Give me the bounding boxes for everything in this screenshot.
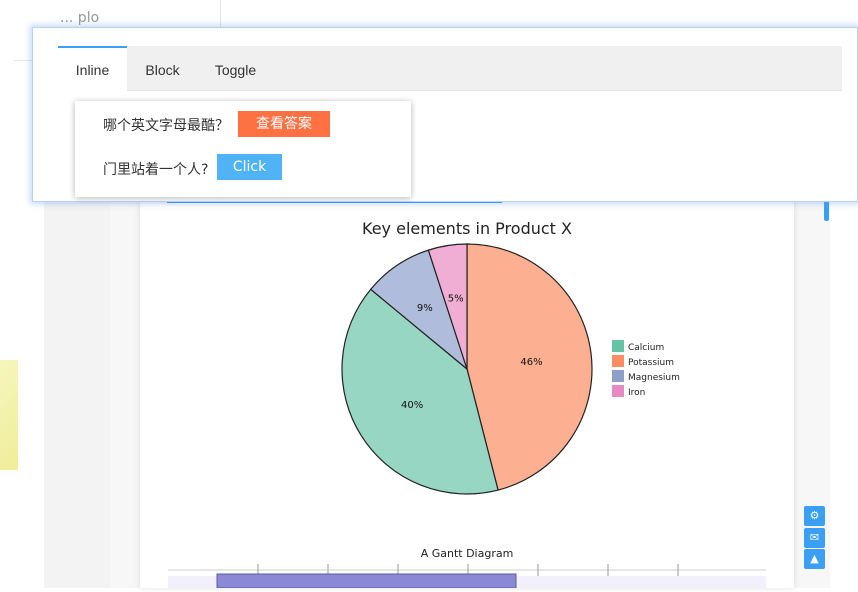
gantt-axis xyxy=(168,564,766,589)
left-strip xyxy=(0,0,14,588)
pie-label-potassium: 46% xyxy=(520,357,542,368)
legend-swatch-calcium xyxy=(612,340,624,352)
back-to-top-fab[interactable]: ▲ xyxy=(804,549,825,569)
tab-inline[interactable]: Inline xyxy=(58,46,127,93)
legend-label-magnesium: Magnesium xyxy=(628,373,680,383)
tab-block[interactable]: Block xyxy=(127,46,198,91)
chart-legend: Calcium Potassium Magnesium Iron xyxy=(612,340,680,398)
tab-toggle[interactable]: Toggle xyxy=(198,46,273,91)
click-button[interactable]: Click xyxy=(217,154,282,180)
legend-label-calcium: Calcium xyxy=(628,343,664,353)
gantt-title: A Gantt Diagram xyxy=(421,547,514,560)
pie-label-magnesium: 9% xyxy=(417,303,433,314)
settings-fab[interactable]: ⚙ xyxy=(804,506,825,526)
gantt-bar xyxy=(216,573,517,589)
chart-card: Key elements in Product X 46% 40% 9% 5% Cal… xyxy=(140,190,794,589)
legend-label-potassium: Potassium xyxy=(628,358,674,368)
chat-icon: ✉ xyxy=(809,531,820,544)
gear-icon: ⚙ xyxy=(809,509,820,522)
legend-swatch-magnesium xyxy=(612,370,624,382)
decorative-shape xyxy=(0,360,18,470)
chart-title: Key elements in Product X xyxy=(362,219,572,238)
pie-label-iron: 5% xyxy=(448,293,464,304)
riddle-question-1: 哪个英文字母最酷？ xyxy=(103,118,229,134)
arrow-up-icon: ▲ xyxy=(810,552,819,565)
show-answer-button[interactable]: 查看答案 xyxy=(238,111,330,137)
legend-swatch-iron xyxy=(612,385,624,397)
tab-demo-panel: Inline Block Toggle 哪个英文字母最酷？ 查看答案 门里站着一… xyxy=(32,27,858,202)
legend-label-iron: Iron xyxy=(628,388,645,398)
tab-bar: Inline Block Toggle xyxy=(58,46,842,93)
riddle-popover: 哪个英文字母最酷？ 查看答案 门里站着一个人? Click xyxy=(75,101,411,197)
pie-chart: Key elements in Product X 46% 40% 9% 5% Cal… xyxy=(168,219,766,589)
pie-label-calcium: 40% xyxy=(401,400,423,411)
chat-fab[interactable]: ✉ xyxy=(804,528,825,548)
legend-swatch-potassium xyxy=(612,355,624,367)
pie-slices: 46% 40% 9% 5% xyxy=(341,243,593,495)
background-nav-text: ... plo xyxy=(60,10,100,26)
riddle-question-2: 门里站着一个人? xyxy=(103,162,209,178)
